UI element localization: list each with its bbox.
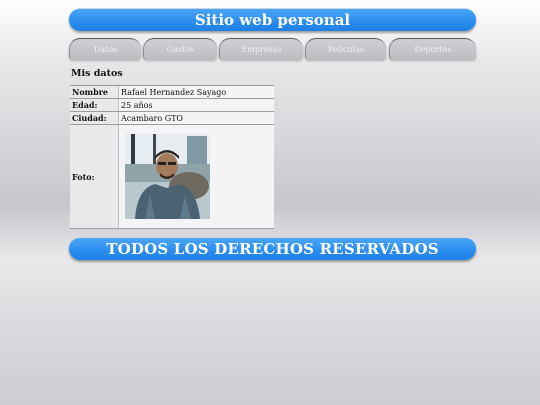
tab-datos[interactable]: Datos — [69, 38, 141, 60]
tab-label: Películas — [328, 45, 364, 54]
tab-label: Deportes — [414, 45, 452, 54]
row-value: Acambaro GTO — [118, 111, 274, 125]
table-row: Edad: 25 años — [70, 98, 274, 112]
main-nav: Datos Gustos Empresas Películas Deportes — [69, 38, 476, 60]
row-label: Ciudad: — [70, 111, 119, 125]
tab-label: Gustos — [166, 45, 195, 54]
profile-photo — [125, 134, 210, 219]
row-label: Edad: — [70, 98, 119, 112]
profile-table: Nombre Rafael Hernandez Sayago Edad: 25 … — [70, 85, 274, 229]
tab-label: Empresas — [241, 45, 282, 54]
table-row: Ciudad: Acambaro GTO — [70, 111, 274, 125]
tab-label: Datos — [93, 45, 118, 54]
row-label: Foto: — [70, 124, 119, 229]
tab-peliculas[interactable]: Películas — [305, 38, 386, 60]
tab-deportes[interactable]: Deportes — [389, 38, 476, 60]
table-row: Nombre Rafael Hernandez Sayago — [70, 85, 274, 99]
site-title: Sitio web personal — [194, 11, 351, 29]
site-header-banner: Sitio web personal — [69, 8, 476, 31]
tab-gustos[interactable]: Gustos — [143, 38, 217, 60]
row-label: Nombre — [70, 85, 119, 99]
footer-text: TODOS LOS DERECHOS RESERVADOS — [106, 240, 439, 258]
section-title: Mis datos — [71, 68, 123, 79]
table-row: Foto: — [70, 124, 274, 229]
footer-banner: TODOS LOS DERECHOS RESERVADOS — [69, 237, 476, 260]
row-value: 25 años — [118, 98, 274, 112]
photo-cell — [118, 124, 274, 229]
row-value: Rafael Hernandez Sayago — [118, 85, 274, 99]
tab-empresas[interactable]: Empresas — [219, 38, 303, 60]
